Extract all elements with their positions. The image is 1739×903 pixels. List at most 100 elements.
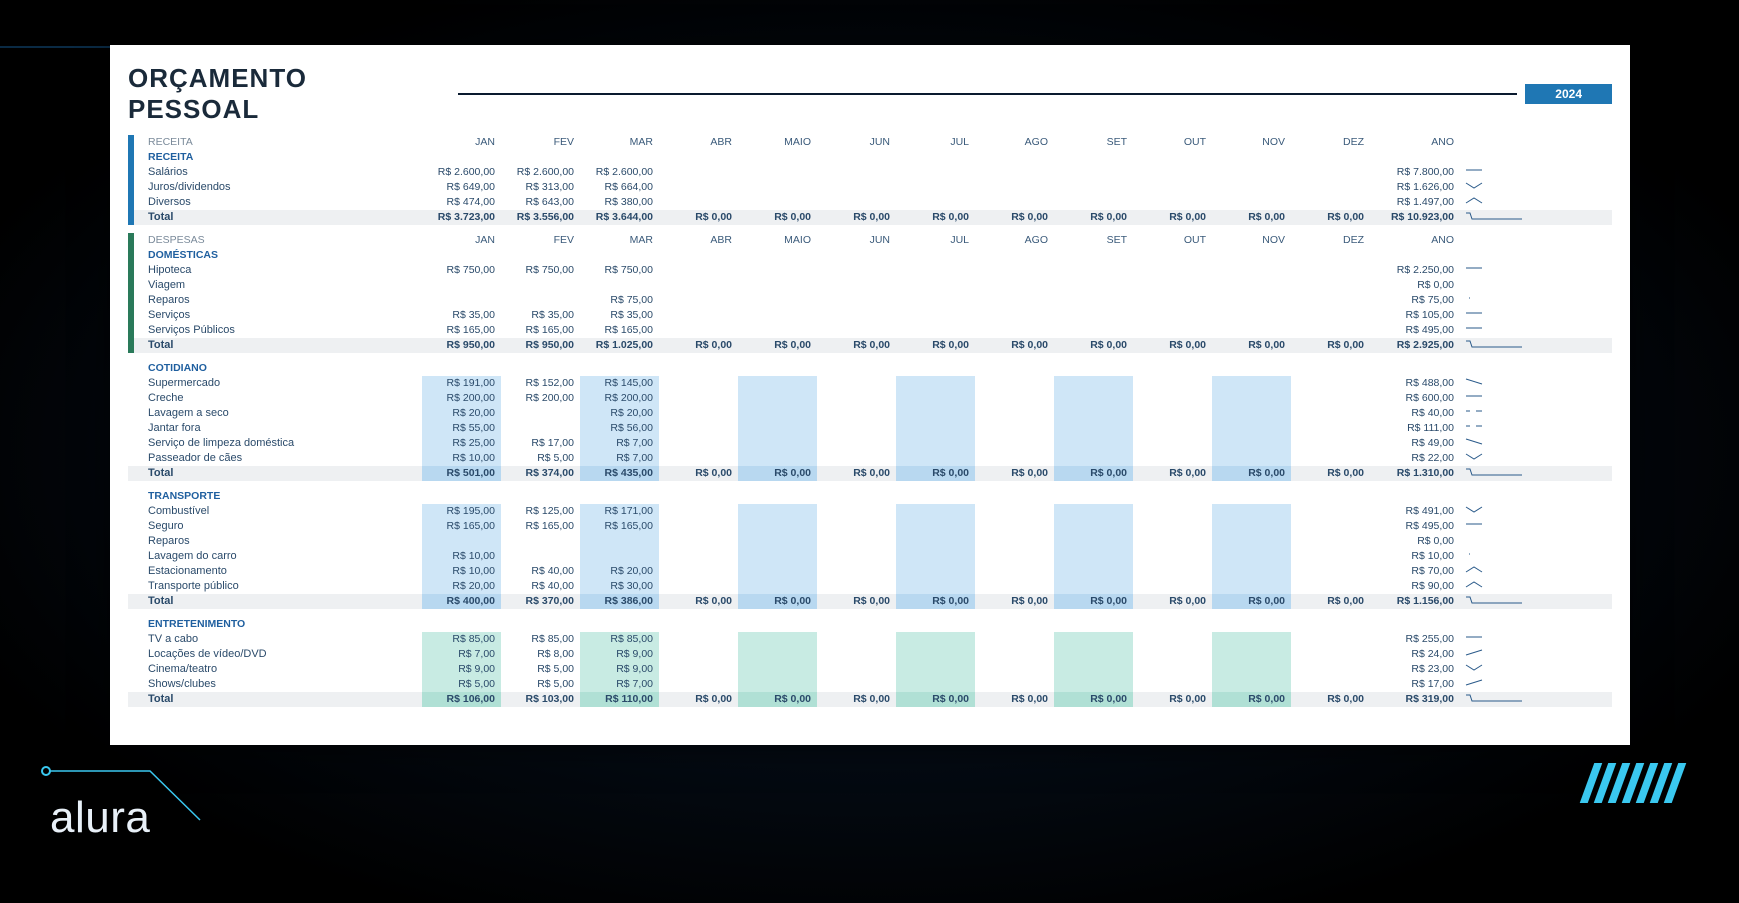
cell[interactable]: R$ 20,00 [422, 579, 501, 594]
cell[interactable]: R$ 0,00 [738, 210, 817, 225]
cell[interactable] [896, 579, 975, 594]
cell[interactable]: DEZ [1291, 135, 1370, 150]
cell[interactable] [738, 519, 817, 534]
cell[interactable] [975, 632, 1054, 647]
cell[interactable]: R$ 171,00 [580, 504, 659, 519]
cell[interactable] [817, 632, 896, 647]
cell[interactable] [1212, 647, 1291, 662]
cell[interactable]: R$ 0,00 [896, 466, 975, 481]
cell[interactable]: R$ 0,00 [896, 692, 975, 707]
year-total-cell[interactable]: R$ 17,00 [1370, 677, 1460, 692]
cell[interactable] [1133, 677, 1212, 692]
cell[interactable] [1291, 632, 1370, 647]
cell[interactable]: R$ 85,00 [422, 632, 501, 647]
cell[interactable] [896, 549, 975, 564]
cell[interactable]: JUN [817, 233, 896, 248]
cell[interactable] [896, 504, 975, 519]
cell[interactable]: R$ 165,00 [580, 519, 659, 534]
cell[interactable]: R$ 0,00 [659, 338, 738, 353]
cell[interactable] [738, 406, 817, 421]
year-total-cell[interactable]: R$ 70,00 [1370, 564, 1460, 579]
year-total-cell[interactable]: R$ 23,00 [1370, 662, 1460, 677]
cell[interactable] [817, 165, 896, 180]
cell[interactable] [1133, 436, 1212, 451]
cell[interactable]: R$ 3.723,00 [422, 210, 501, 225]
cell[interactable] [817, 278, 896, 293]
cell[interactable]: R$ 0,00 [738, 692, 817, 707]
cell[interactable] [1212, 180, 1291, 195]
cell[interactable] [1212, 278, 1291, 293]
cell[interactable] [817, 677, 896, 692]
cell[interactable] [817, 647, 896, 662]
year-total-cell[interactable]: R$ 105,00 [1370, 308, 1460, 323]
cell[interactable]: R$ 643,00 [501, 195, 580, 210]
cell[interactable] [738, 632, 817, 647]
cell[interactable]: R$ 55,00 [422, 421, 501, 436]
cell[interactable]: OUT [1133, 233, 1212, 248]
cell[interactable] [659, 293, 738, 308]
cell[interactable] [738, 308, 817, 323]
cell[interactable]: R$ 750,00 [580, 263, 659, 278]
cell[interactable] [896, 180, 975, 195]
cell[interactable] [896, 391, 975, 406]
year-total-cell[interactable]: R$ 2.925,00 [1370, 338, 1460, 353]
cell[interactable]: R$ 10,00 [422, 564, 501, 579]
cell[interactable] [659, 278, 738, 293]
cell[interactable] [659, 534, 738, 549]
cell[interactable]: R$ 7,00 [580, 436, 659, 451]
cell[interactable]: R$ 106,00 [422, 692, 501, 707]
cell[interactable]: R$ 0,00 [1212, 594, 1291, 609]
cell[interactable] [738, 436, 817, 451]
cell[interactable]: R$ 3.556,00 [501, 210, 580, 225]
cell[interactable] [975, 451, 1054, 466]
cell[interactable] [1054, 519, 1133, 534]
cell[interactable] [1291, 421, 1370, 436]
cell[interactable] [896, 677, 975, 692]
cell[interactable] [501, 278, 580, 293]
cell[interactable]: R$ 125,00 [501, 504, 580, 519]
cell[interactable] [1212, 195, 1291, 210]
cell[interactable] [422, 534, 501, 549]
cell[interactable] [1133, 376, 1212, 391]
cell[interactable]: R$ 9,00 [422, 662, 501, 677]
cell[interactable] [738, 180, 817, 195]
cell[interactable]: NOV [1212, 135, 1291, 150]
cell[interactable]: R$ 0,00 [1212, 338, 1291, 353]
cell[interactable] [1054, 632, 1133, 647]
cell[interactable]: R$ 2.600,00 [422, 165, 501, 180]
cell[interactable] [1212, 519, 1291, 534]
cell[interactable] [1291, 293, 1370, 308]
cell[interactable] [896, 662, 975, 677]
year-total-cell[interactable]: R$ 10,00 [1370, 549, 1460, 564]
year-total-cell[interactable]: R$ 1.626,00 [1370, 180, 1460, 195]
cell[interactable]: R$ 380,00 [580, 195, 659, 210]
cell[interactable] [1054, 308, 1133, 323]
year-total-cell[interactable]: R$ 600,00 [1370, 391, 1460, 406]
cell[interactable] [580, 534, 659, 549]
cell[interactable] [501, 549, 580, 564]
cell[interactable]: R$ 195,00 [422, 504, 501, 519]
cell[interactable] [1054, 165, 1133, 180]
cell[interactable] [1212, 451, 1291, 466]
cell[interactable]: R$ 750,00 [422, 263, 501, 278]
cell[interactable]: R$ 370,00 [501, 594, 580, 609]
cell[interactable] [975, 677, 1054, 692]
cell[interactable] [738, 165, 817, 180]
cell[interactable]: R$ 435,00 [580, 466, 659, 481]
cell[interactable]: R$ 2.600,00 [501, 165, 580, 180]
cell[interactable]: R$ 165,00 [422, 519, 501, 534]
cell[interactable] [896, 165, 975, 180]
cell[interactable] [501, 406, 580, 421]
cell[interactable]: R$ 5,00 [501, 662, 580, 677]
cell[interactable]: R$ 0,00 [896, 338, 975, 353]
cell[interactable]: R$ 30,00 [580, 579, 659, 594]
cell[interactable]: R$ 152,00 [501, 376, 580, 391]
cell[interactable] [1291, 677, 1370, 692]
year-total-cell[interactable]: R$ 10.923,00 [1370, 210, 1460, 225]
cell[interactable]: ABR [659, 233, 738, 248]
cell[interactable]: R$ 25,00 [422, 436, 501, 451]
cell[interactable] [896, 278, 975, 293]
cell[interactable] [817, 308, 896, 323]
cell[interactable] [1291, 519, 1370, 534]
cell[interactable]: R$ 165,00 [422, 323, 501, 338]
